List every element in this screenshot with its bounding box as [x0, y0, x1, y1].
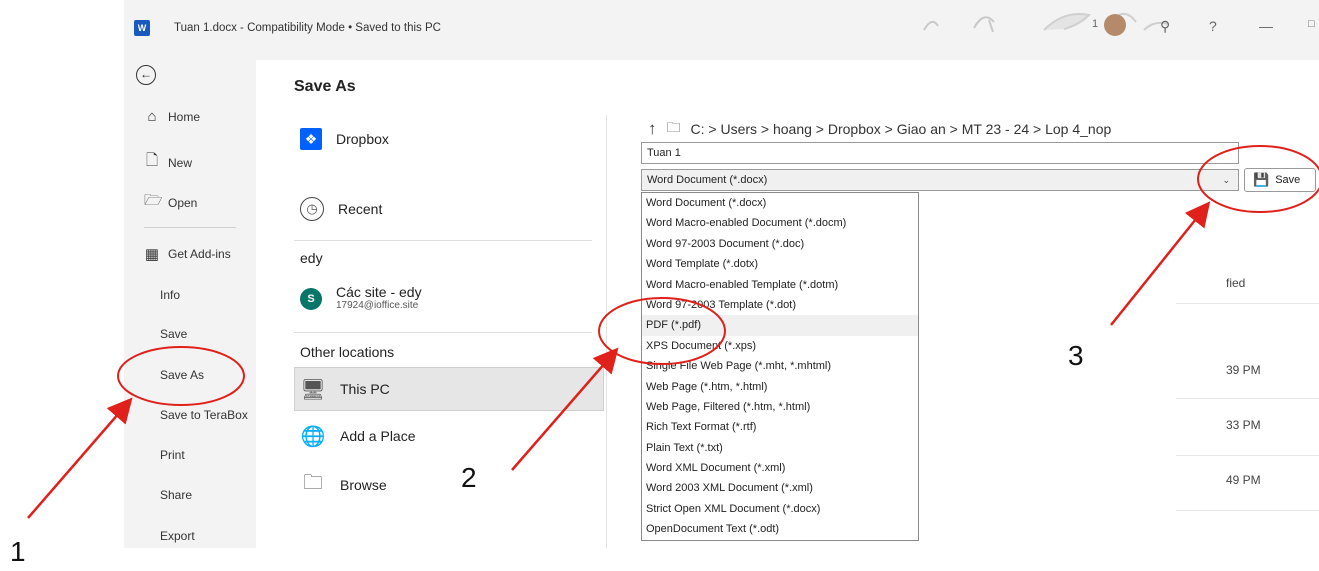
annotation-arrow-3 — [1110, 201, 1211, 326]
annotation-ellipse-save — [1197, 145, 1319, 213]
annotation-overlay — [27, 145, 1319, 519]
annotation-arrow-1 — [27, 397, 133, 519]
annotation-ellipse-pdf — [598, 297, 726, 365]
annotation-arrow-2 — [511, 347, 619, 471]
annotation-ellipse-save-as — [117, 346, 245, 406]
